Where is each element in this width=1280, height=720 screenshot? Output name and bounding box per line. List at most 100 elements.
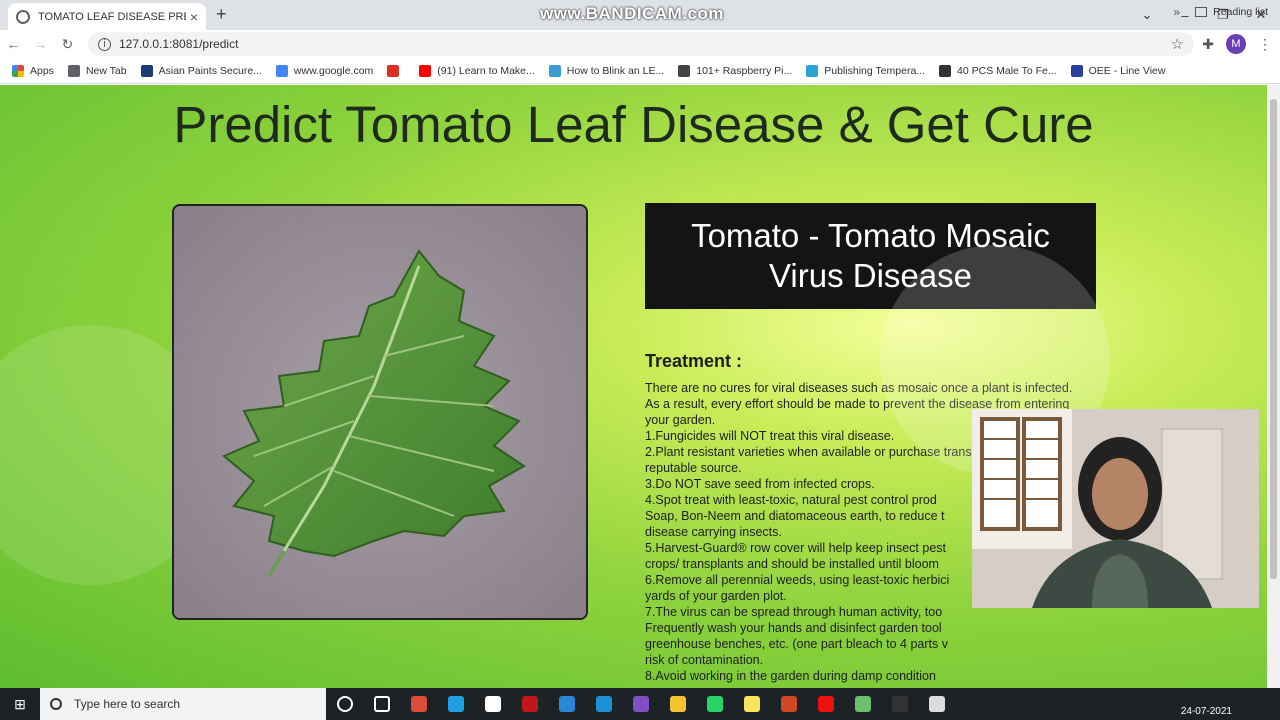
more-bookmarks-icon[interactable]: »	[1173, 5, 1180, 19]
powerpoint-icon[interactable]	[770, 688, 807, 720]
windows-start-icon[interactable]: ⊞	[0, 696, 40, 713]
browser-tab-strip: TOMATO LEAF DISEASE PREDICT × + www.BAND…	[0, 0, 1280, 30]
bookmark-item[interactable]: Asian Paints Secure...	[140, 64, 262, 77]
taskbar-search[interactable]: Type here to search	[40, 688, 326, 720]
bookmark-favicon-icon	[548, 64, 561, 77]
profile-avatar[interactable]: M	[1226, 34, 1246, 54]
globe-icon	[16, 9, 30, 24]
visual-studio-icon-glyph	[632, 696, 649, 712]
sticky-notes-icon-glyph	[743, 696, 760, 712]
taskbar-date: 24-07-2021	[1180, 706, 1232, 717]
treatment-heading: Treatment :	[645, 351, 743, 371]
extensions-icon[interactable]: ✚	[1202, 36, 1214, 53]
treatment-line: greenhouse benches, etc. (one part bleac…	[645, 637, 948, 651]
cortana-icon[interactable]	[326, 688, 363, 720]
reload-button[interactable]: ↻	[54, 36, 81, 53]
chrome-icon[interactable]	[400, 688, 437, 720]
tab-search-icon[interactable]: ⌄	[1128, 7, 1166, 23]
vscode-icon-glyph	[595, 696, 612, 712]
bookmark-item[interactable]: Apps	[12, 64, 54, 77]
bookmark-favicon-icon	[1070, 64, 1083, 77]
bookmark-favicon-icon	[939, 64, 952, 77]
bookmark-favicon-icon	[419, 64, 432, 77]
edge-icon[interactable]	[437, 688, 474, 720]
bookmark-item[interactable]: Publishing Tempera...	[806, 64, 926, 77]
site-info-icon[interactable]: i	[98, 37, 111, 51]
bookmark-favicon-icon	[140, 64, 153, 77]
bookmark-item[interactable]: 101+ Raspberry Pi...	[678, 64, 793, 77]
back-button[interactable]: ←	[0, 36, 27, 52]
bookmark-label: OEE - Line View	[1088, 64, 1166, 77]
scrollbar-thumb[interactable]	[1270, 99, 1277, 579]
bookmark-label: www.google.com	[293, 64, 374, 77]
tab-close-button[interactable]: ×	[190, 9, 198, 25]
webcam-overlay	[972, 409, 1259, 608]
treatment-line: risk of contamination.	[645, 653, 764, 667]
mcafee-icon-glyph	[521, 696, 538, 712]
record-icon-glyph	[817, 696, 834, 712]
store-icon[interactable]	[474, 688, 511, 720]
bookmark-label: Asian Paints Secure...	[158, 64, 262, 77]
powerpoint-icon-glyph	[780, 696, 797, 712]
taskbar-search-placeholder: Type here to search	[74, 697, 181, 711]
tab-title: TOMATO LEAF DISEASE PREDICT	[38, 10, 186, 23]
new-tab-button[interactable]: +	[216, 4, 227, 25]
reading-list-icon	[1195, 7, 1208, 17]
terminal-icon-glyph	[891, 696, 908, 712]
notepad-icon[interactable]	[844, 688, 881, 720]
toolbar-right: ✚ M ⋮	[1202, 34, 1272, 54]
uploaded-leaf-image	[172, 204, 588, 620]
task-view-icon-glyph	[373, 696, 390, 712]
record-icon[interactable]	[807, 688, 844, 720]
store-icon-glyph	[484, 696, 501, 712]
document-icon[interactable]	[918, 688, 955, 720]
edge-icon-glyph	[447, 696, 464, 712]
mail-icon[interactable]	[548, 688, 585, 720]
page-scrollbar[interactable]	[1267, 85, 1280, 688]
reading-list-button[interactable]: Reading list	[1195, 6, 1268, 18]
bookmark-label: Publishing Tempera...	[824, 64, 926, 77]
cortana-icon-glyph	[336, 696, 353, 712]
bookmark-favicon-icon	[67, 64, 80, 77]
bookmark-label: 40 PCS Male To Fe...	[957, 64, 1057, 77]
windows-taskbar: ⊞ Type here to search 24-07-2021	[0, 688, 1280, 720]
prediction-result: Tomato - Tomato Mosaic Virus Disease	[645, 203, 1096, 309]
address-bar[interactable]: i 127.0.0.1:8081/predict ☆	[88, 32, 1194, 56]
bookmark-item[interactable]	[387, 64, 405, 77]
visual-studio-icon[interactable]	[622, 688, 659, 720]
bookmark-item[interactable]: OEE - Line View	[1070, 64, 1166, 77]
page-title: Predict Tomato Leaf Disease & Get Cure	[173, 96, 1094, 153]
bookmark-favicon-icon	[387, 64, 400, 77]
vscode-icon[interactable]	[585, 688, 622, 720]
bookmark-label: 101+ Raspberry Pi...	[696, 64, 793, 77]
bookmark-favicon-icon	[275, 64, 288, 77]
bookmark-item[interactable]: How to Blink an LE...	[548, 64, 665, 77]
bookmark-item[interactable]: (91) Learn to Make...	[419, 64, 535, 77]
navigation-bar: ← → ↻ i 127.0.0.1:8081/predict ☆ ✚ M ⋮	[0, 30, 1280, 58]
url-text[interactable]: 127.0.0.1:8081/predict	[119, 37, 238, 51]
file-explorer-icon[interactable]	[659, 688, 696, 720]
terminal-icon[interactable]	[881, 688, 918, 720]
treatment-line: 8.Avoid working in the garden during dam…	[645, 669, 936, 683]
forward-button[interactable]: →	[27, 36, 54, 52]
treatment-line: Frequently wash your hands and disinfect…	[645, 621, 942, 635]
bookmark-label: How to Blink an LE...	[566, 64, 665, 77]
menu-icon[interactable]: ⋮	[1258, 36, 1272, 53]
bookmark-item[interactable]: www.google.com	[275, 64, 374, 77]
bookmark-label: Apps	[30, 64, 54, 77]
bookmark-favicon-icon	[806, 64, 819, 77]
search-icon	[50, 698, 62, 710]
whatsapp-icon-glyph	[706, 696, 723, 712]
bookmark-label: New Tab	[85, 64, 127, 77]
task-view-icon[interactable]	[363, 688, 400, 720]
file-explorer-icon-glyph	[669, 696, 686, 712]
bookmark-item[interactable]: New Tab	[67, 64, 127, 77]
bookmark-star-icon[interactable]: ☆	[1171, 35, 1184, 53]
bookmark-item[interactable]: 40 PCS Male To Fe...	[939, 64, 1057, 77]
reading-list-label: Reading list	[1213, 6, 1268, 18]
whatsapp-icon[interactable]	[696, 688, 733, 720]
mcafee-icon[interactable]	[511, 688, 548, 720]
active-tab[interactable]: TOMATO LEAF DISEASE PREDICT ×	[8, 3, 206, 30]
notepad-icon-glyph	[854, 696, 871, 712]
sticky-notes-icon[interactable]	[733, 688, 770, 720]
